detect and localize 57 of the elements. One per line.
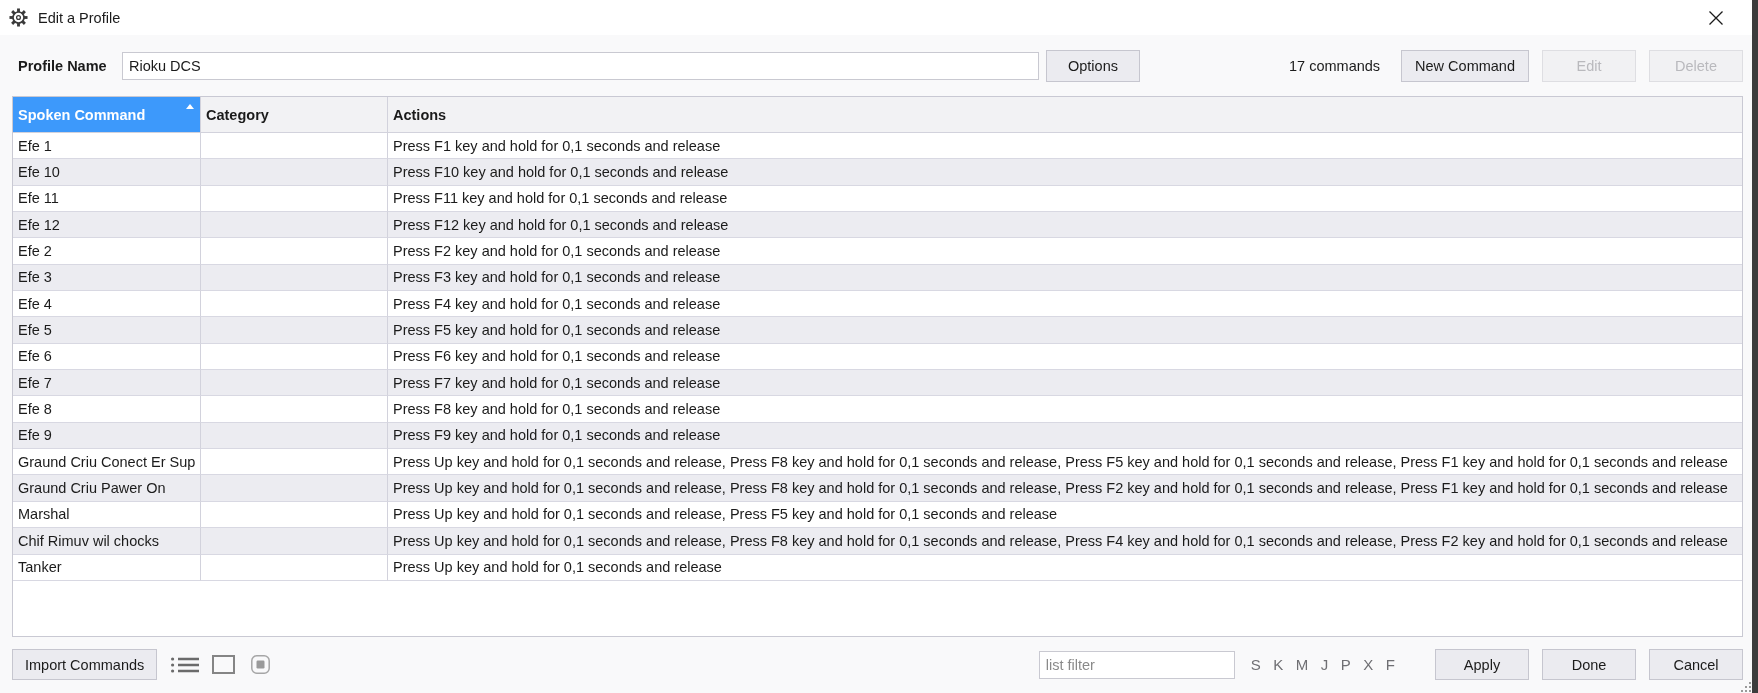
import-commands-button[interactable]: Import Commands bbox=[12, 649, 158, 680]
profile-name-field[interactable]: Rioku DCS bbox=[122, 52, 1039, 80]
table-cell: Efe 2 bbox=[13, 238, 201, 265]
close-icon[interactable] bbox=[1709, 10, 1723, 25]
options-button[interactable]: Options bbox=[1046, 50, 1140, 82]
filter-letter[interactable]: F bbox=[1385, 656, 1395, 673]
list-filter-field[interactable]: list filter bbox=[1038, 650, 1235, 679]
table-cell: Press F5 key and hold for 0,1 seconds and release bbox=[388, 317, 1742, 344]
table-row[interactable]: Efe 12 Press F12 key and hold for 0,1 seconds and release bbox=[13, 212, 1742, 239]
window-title: Edit a Profile bbox=[38, 9, 121, 26]
toolbar-button[interactable]: New Command bbox=[1401, 50, 1529, 82]
table-row[interactable]: Efe 7 Press F7 key and hold for 0,1 seconds and release bbox=[13, 370, 1742, 397]
table-row[interactable]: Efe 8 Press F8 key and hold for 0,1 seconds and release bbox=[13, 396, 1742, 423]
table-row[interactable]: Tanker Press Up key and hold for 0,1 seconds and release bbox=[13, 554, 1742, 581]
table-row[interactable]: Efe 11 Press F11 key and hold for 0,1 seconds and release bbox=[13, 185, 1742, 213]
column-header[interactable]: Category bbox=[201, 97, 388, 133]
square-icon[interactable] bbox=[212, 655, 236, 674]
list-view-icon[interactable] bbox=[171, 655, 200, 674]
footer-button[interactable]: Cancel bbox=[1649, 649, 1743, 680]
filter-letter[interactable]: X bbox=[1363, 656, 1374, 673]
table-row[interactable] bbox=[13, 449, 1742, 476]
table-row[interactable]: Efe 6 Press F6 key and hold for 0,1 seconds and release bbox=[13, 343, 1742, 371]
profile-name-label: Profile Name bbox=[18, 58, 108, 74]
table-cell: Chif Rimuv wil chocks bbox=[13, 528, 201, 555]
table-cell: Press F8 key and hold for 0,1 seconds and release bbox=[388, 396, 1742, 423]
table-cell: Efe 8 bbox=[13, 396, 201, 423]
stop-icon[interactable] bbox=[251, 655, 271, 674]
filter-letter[interactable]: S bbox=[1250, 656, 1261, 673]
table-cell: Efe 10 bbox=[13, 159, 201, 186]
table-row[interactable]: Marshal Press Up key and hold for 0,1 seconds and release, Press F5 key and hold for 0,1 seconds and release bbox=[13, 501, 1742, 529]
table-row[interactable]: Efe 4 Press F4 key and hold for 0,1 seconds and release bbox=[13, 291, 1742, 318]
table-cell: Press Up key and hold for 0,1 seconds and release bbox=[388, 554, 1742, 581]
table-cell: Press Up key and hold for 0,1 seconds and release, Press F8 key and hold for 0,1 seconds and release, Press F4 key and hold for 0,1 seconds and release, Press F2 key and hold for 0,1 seconds and release bbox=[388, 528, 1742, 555]
table-cell: Efe 5 bbox=[13, 317, 201, 344]
table-cell: Press F2 key and hold for 0,1 seconds and release bbox=[388, 238, 1742, 265]
table-row[interactable]: Efe 5 Press F5 key and hold for 0,1 seconds and release bbox=[13, 317, 1742, 344]
table-row[interactable]: Efe 10 Press F10 key and hold for 0,1 seconds and release bbox=[13, 159, 1742, 186]
table-row[interactable] bbox=[13, 475, 1742, 502]
command-count: 17 commands bbox=[1289, 58, 1381, 74]
gear-icon bbox=[9, 8, 28, 27]
table-cell: Tanker bbox=[13, 554, 201, 581]
filter-letter[interactable]: P bbox=[1340, 656, 1351, 673]
table-cell: Graund Criu Pawer On bbox=[13, 475, 201, 502]
column-header[interactable]: Actions bbox=[388, 97, 1742, 133]
footer-button[interactable]: Apply bbox=[1435, 649, 1529, 680]
table-row[interactable]: Efe 9 Press F9 key and hold for 0,1 seconds and release bbox=[13, 422, 1742, 450]
resize-grip-icon[interactable] bbox=[1740, 681, 1751, 692]
table-row[interactable]: Efe 2 Press F2 key and hold for 0,1 seconds and release bbox=[13, 238, 1742, 265]
table-row[interactable]: Efe 3 Press F3 key and hold for 0,1 seconds and release bbox=[13, 264, 1742, 292]
filter-letter[interactable]: M bbox=[1295, 656, 1309, 673]
table-cell: Press F10 key and hold for 0,1 seconds and release bbox=[388, 159, 1742, 186]
filter-letter[interactable]: J bbox=[1320, 656, 1329, 673]
table-cell: Press Up key and hold for 0,1 seconds and release, Press F8 key and hold for 0,1 seconds and release, Press F2 key and hold for 0,1 seconds and release, Press F1 key and hold for 0,1 seconds and release bbox=[388, 475, 1742, 502]
table-row[interactable]: Efe 1 Press F1 key and hold for 0,1 seconds and release bbox=[13, 133, 1742, 160]
filter-letter[interactable]: K bbox=[1273, 656, 1284, 673]
footer-button[interactable]: Done bbox=[1542, 649, 1636, 680]
table-row[interactable] bbox=[13, 528, 1742, 555]
